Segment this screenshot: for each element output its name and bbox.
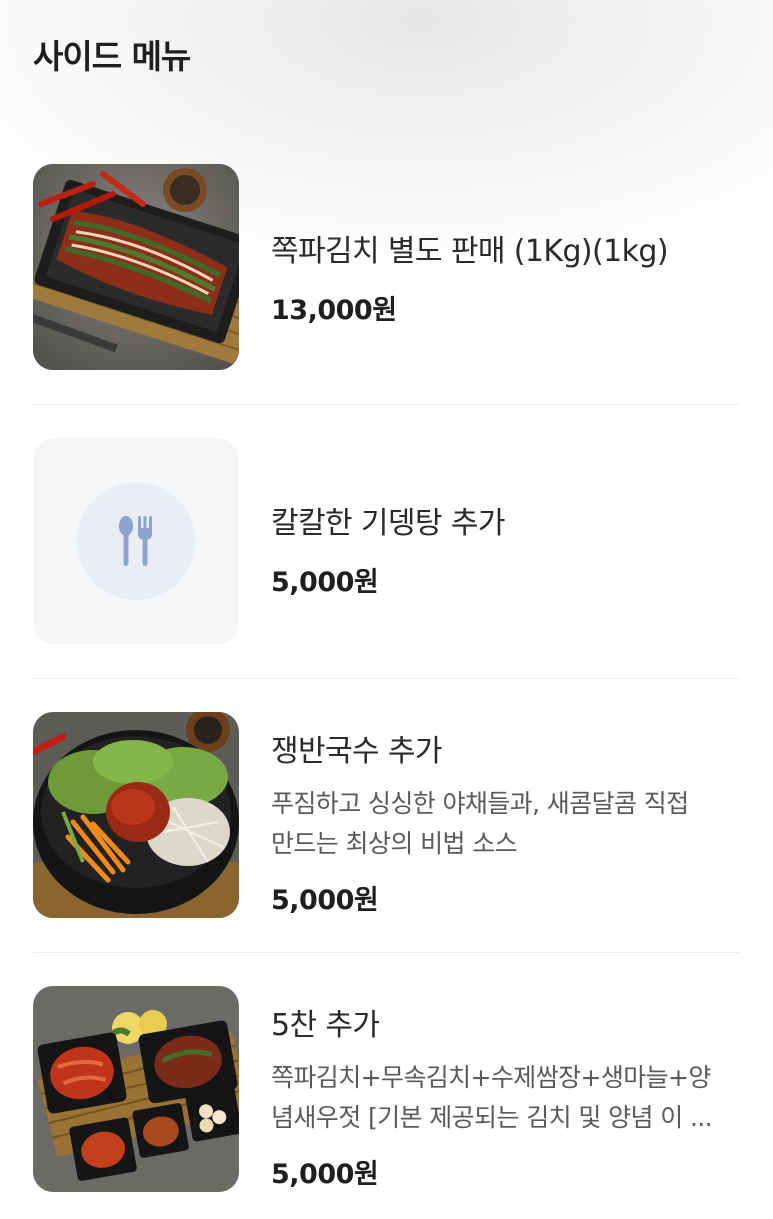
- menu-item[interactable]: 5찬 추가 쪽파김치+무속김치+수제쌈장+생마늘+양 념새우젓 [기본 제공되는…: [33, 986, 740, 1192]
- spicy-noodles-photo: [33, 712, 239, 918]
- item-price: 13,000원: [271, 295, 397, 326]
- fork-spoon-icon: [77, 482, 195, 600]
- item-name: 쪽파김치 별도 판매 (1Kg)(1kg): [271, 234, 669, 269]
- item-name: 칼칼한 기뎅탕 추가: [271, 506, 505, 541]
- green-onion-kimchi-photo: [33, 164, 239, 370]
- menu-item[interactable]: 쪽파김치 별도 판매 (1Kg)(1kg) 13,000원: [33, 164, 740, 370]
- description-line: 푸짐하고 싱싱한 야채들과, 새콤달콤 직접: [271, 789, 689, 818]
- item-price: 5,000원: [271, 567, 379, 598]
- five-side-dishes-photo: [33, 986, 239, 1192]
- section-title: 사이드 메뉴: [33, 37, 191, 76]
- side-menu-page: 사이드 메뉴 쪽파김치 별도 판매 (1Kg)(1kg) 13,000원 칼칼한…: [0, 0, 773, 1219]
- item-description: 푸짐하고 싱싱한 야채들과, 새콤달콤 직접 만드는 최상의 비법 소스: [271, 784, 740, 864]
- divider: [33, 404, 740, 405]
- description-line: 쪽파김치+무속김치+수제쌈장+생마늘+양: [271, 1063, 711, 1092]
- description-line: 념새우젓 [기본 제공되는 김치 및 양념 이 ...: [271, 1103, 713, 1132]
- description-line: 만드는 최상의 비법 소스: [271, 829, 518, 858]
- item-name: 5찬 추가: [271, 1008, 380, 1043]
- menu-item[interactable]: 쟁반국수 추가 푸짐하고 싱싱한 야채들과, 새콤달콤 직접 만드는 최상의 비…: [33, 712, 740, 918]
- image-placeholder: [33, 438, 239, 644]
- item-price: 5,000원: [271, 1159, 379, 1190]
- menu-item[interactable]: 칼칼한 기뎅탕 추가 5,000원: [33, 438, 740, 644]
- item-description: 쪽파김치+무속김치+수제쌈장+생마늘+양 념새우젓 [기본 제공되는 김치 및 …: [271, 1058, 740, 1138]
- divider: [33, 952, 740, 953]
- divider: [33, 678, 740, 679]
- item-name: 쟁반국수 추가: [271, 734, 443, 769]
- item-price: 5,000원: [271, 885, 379, 916]
